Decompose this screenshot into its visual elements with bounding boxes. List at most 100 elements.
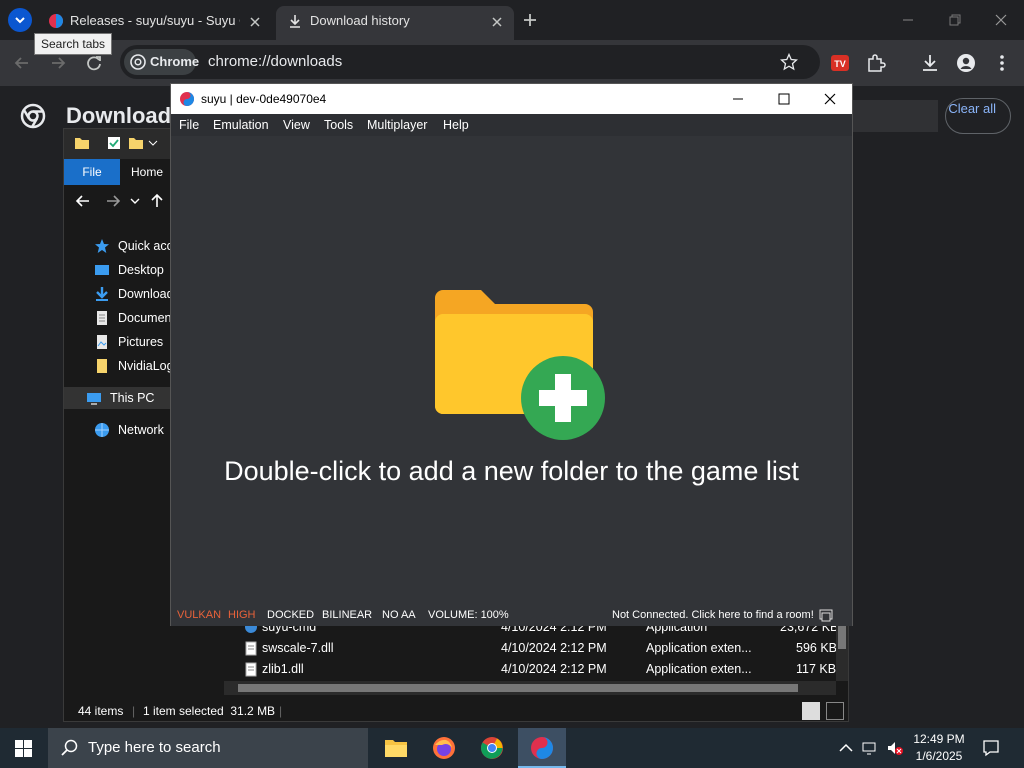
star-icon (95, 239, 109, 253)
forward-icon[interactable] (104, 192, 122, 210)
taskbar-search-box[interactable]: Type here to search (48, 728, 368, 768)
folder-icon[interactable] (74, 135, 90, 151)
scrollbar-thumb[interactable] (238, 684, 798, 692)
downloads-icon[interactable] (919, 52, 941, 74)
taskbar-firefox[interactable] (420, 728, 468, 768)
search-tabs-button[interactable] (8, 8, 32, 32)
chevron-down-icon[interactable] (148, 138, 158, 148)
volume-status[interactable]: VOLUME: 100% (428, 604, 509, 626)
item-count: 44 items (78, 704, 124, 718)
minimize-icon[interactable] (731, 92, 745, 106)
back-icon[interactable] (11, 52, 33, 74)
show-hidden-icons-chevron-icon[interactable] (838, 741, 854, 755)
horizontal-scrollbar[interactable] (224, 681, 836, 695)
restore-icon[interactable] (945, 10, 965, 30)
taskbar-file-explorer[interactable] (372, 728, 420, 768)
game-list-area[interactable] (171, 136, 852, 604)
network-icon (95, 423, 109, 437)
maximize-icon[interactable] (777, 92, 791, 106)
ribbon-tabs: File Home (64, 159, 174, 185)
nav-desktop[interactable]: Desktop (88, 259, 174, 281)
bookmark-star-icon[interactable] (780, 53, 798, 71)
menu-view[interactable]: View (283, 114, 310, 136)
properties-icon[interactable] (106, 135, 122, 151)
recent-locations-icon[interactable] (130, 196, 140, 206)
dock-mode-status[interactable]: DOCKED (267, 604, 314, 626)
nav-this-pc[interactable]: This PC (64, 387, 172, 409)
file-name: zlib1.dll (262, 662, 304, 676)
nav-nvidialog[interactable]: NvidiaLog (88, 355, 174, 377)
menu-dots-icon[interactable] (991, 52, 1013, 74)
document-icon (97, 311, 107, 325)
taskbar-suyu[interactable] (518, 728, 566, 768)
suyu-status-bar: VULKAN HIGH DOCKED BILINEAR NO AA VOLUME… (171, 604, 852, 626)
close-window-icon[interactable] (991, 10, 1011, 30)
omnibox-chip[interactable]: Chrome (124, 49, 199, 75)
nav-network[interactable]: Network (88, 419, 174, 441)
network-status[interactable]: Not Connected. Click here to find a room… (612, 604, 814, 626)
nav-label: Network (118, 423, 164, 437)
extensions-puzzle-icon[interactable] (865, 52, 887, 74)
room-icon[interactable] (819, 608, 833, 622)
notifications-icon[interactable] (982, 739, 1000, 757)
close-icon[interactable] (248, 15, 262, 29)
window-title: suyu | dev-0de49070e4 (201, 92, 327, 106)
downloads-search-field[interactable] (852, 100, 938, 132)
address-bar[interactable]: Chrome chrome://downloads (120, 45, 820, 79)
suyu-favicon-icon (49, 14, 63, 28)
ribbon-home-tab[interactable]: Home (120, 159, 174, 185)
accuracy-status[interactable]: HIGH (228, 604, 256, 626)
taskbar-clock[interactable]: 12:49 PM 1/6/2025 (908, 731, 970, 765)
volume-muted-icon[interactable] (886, 740, 904, 756)
tab-strip: Releases - suyu/suyu - Suyu Git Download… (0, 0, 1024, 40)
windows-start-icon[interactable] (15, 740, 32, 757)
nav-pictures[interactable]: Pictures (88, 331, 174, 353)
clock-date: 1/6/2025 (915, 749, 963, 763)
ribbon-file-tab[interactable]: File (64, 159, 120, 185)
up-icon[interactable] (148, 192, 166, 210)
new-folder-icon[interactable] (128, 135, 144, 151)
add-folder-icon[interactable] (427, 282, 607, 442)
menu-help[interactable]: Help (443, 114, 469, 136)
nav-downloads[interactable]: Download (88, 283, 174, 305)
menu-tools[interactable]: Tools (324, 114, 353, 136)
clock-time: 12:49 PM (913, 732, 965, 746)
new-tab-icon[interactable] (518, 10, 542, 30)
file-row[interactable]: swscale-7.dll 4/10/2024 2:12 PM Applicat… (244, 638, 844, 659)
url-text[interactable]: chrome://downloads (208, 45, 342, 79)
menu-file[interactable]: File (179, 114, 199, 136)
large-icons-view-button[interactable] (826, 702, 844, 720)
back-icon[interactable] (74, 192, 92, 210)
menu-emulation[interactable]: Emulation (213, 114, 269, 136)
clear-all-button[interactable]: Clear all (945, 98, 1011, 134)
filter-status[interactable]: BILINEAR (322, 604, 372, 626)
close-icon[interactable] (490, 15, 504, 29)
suyu-title-bar[interactable]: suyu | dev-0de49070e4 (171, 84, 852, 114)
reload-icon[interactable] (83, 52, 105, 74)
forward-icon[interactable] (47, 52, 69, 74)
details-view-button[interactable] (802, 702, 820, 720)
file-type: Application exten... (646, 641, 752, 655)
chrome-logo-icon (20, 103, 46, 129)
scrollbar-thumb[interactable] (838, 625, 846, 649)
dll-file-icon (245, 662, 257, 677)
anti-aliasing-status[interactable]: NO AA (382, 604, 416, 626)
taskbar-chrome[interactable] (468, 728, 516, 768)
extension-tv-icon[interactable]: TV (829, 52, 851, 74)
chevron-down-icon (15, 17, 25, 24)
nav-label: NvidiaLog (118, 359, 174, 373)
network-status-icon[interactable] (862, 740, 880, 756)
suyu-menu-bar: File Emulation View Tools Multiplayer He… (171, 114, 852, 136)
menu-multiplayer[interactable]: Multiplayer (367, 114, 427, 136)
file-row[interactable]: zlib1.dll 4/10/2024 2:12 PM Application … (244, 659, 844, 680)
file-name: swscale-7.dll (262, 641, 334, 655)
profile-icon[interactable] (955, 52, 977, 74)
nav-documents[interactable]: Documen (88, 307, 174, 329)
tab-download-history[interactable]: Download history (276, 6, 514, 40)
empty-game-list-message: Double-click to add a new folder to the … (224, 456, 799, 486)
minimize-icon[interactable] (898, 10, 918, 30)
download-icon (290, 15, 300, 28)
close-icon[interactable] (823, 92, 837, 106)
graphics-api-status[interactable]: VULKAN (177, 604, 221, 626)
nav-quick-access[interactable]: Quick acces (88, 235, 174, 257)
